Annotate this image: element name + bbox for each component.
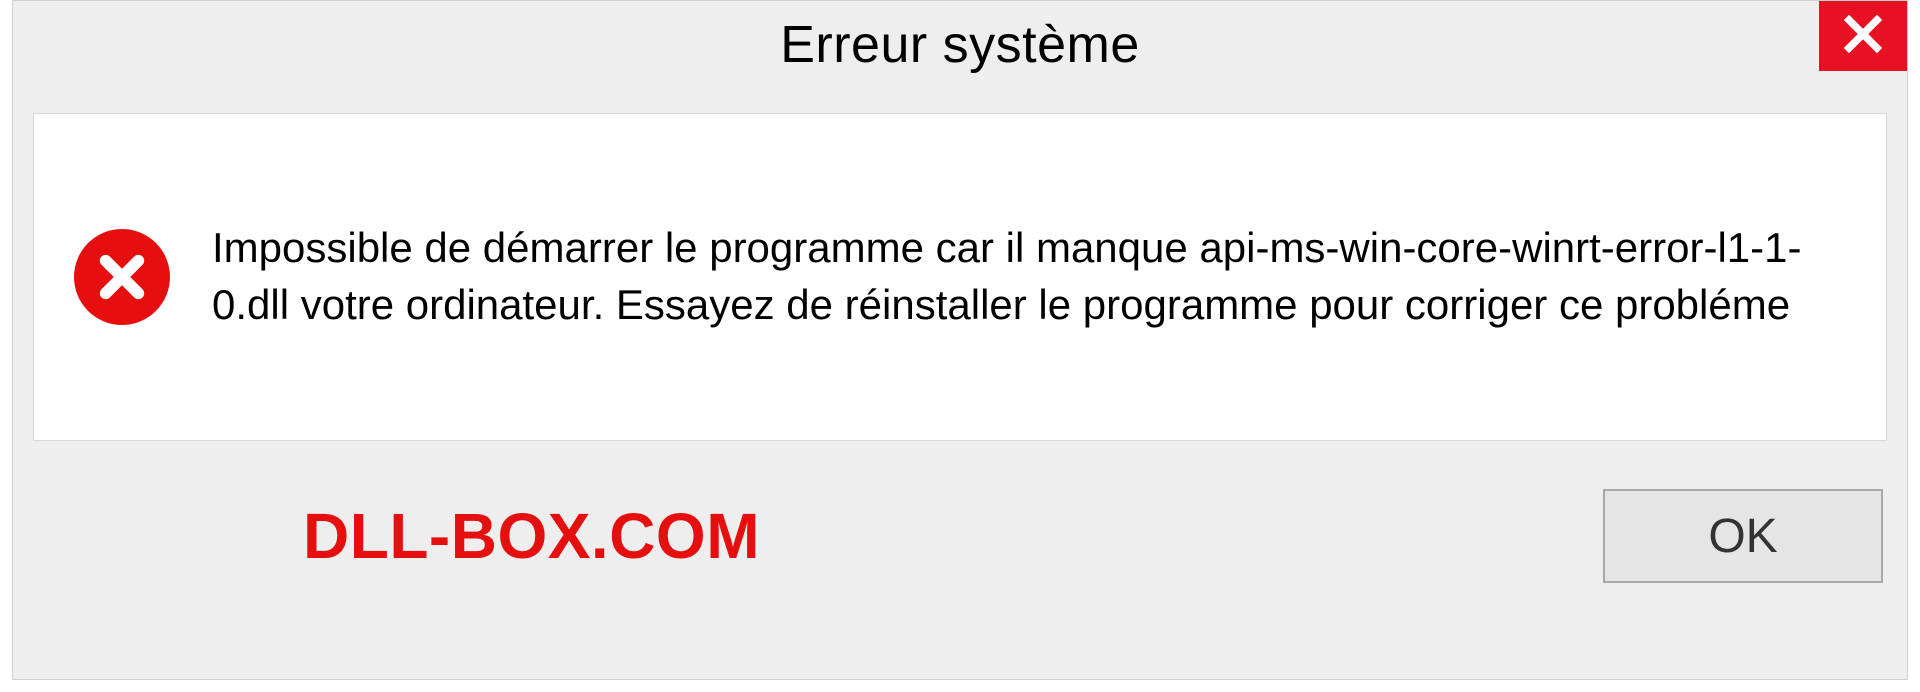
dialog-title: Erreur système <box>780 15 1140 75</box>
dialog-footer: DLL-BOX.COM OK <box>33 441 1887 583</box>
close-button[interactable] <box>1819 1 1907 71</box>
error-icon-wrap <box>74 229 170 325</box>
message-panel: Impossible de démarrer le programme car … <box>33 113 1887 441</box>
error-circle-x-icon <box>74 229 170 325</box>
titlebar: Erreur système <box>13 1 1907 113</box>
error-message: Impossible de démarrer le programme car … <box>212 220 1858 333</box>
ok-button-label: OK <box>1708 509 1777 564</box>
close-icon <box>1842 13 1884 60</box>
ok-button[interactable]: OK <box>1603 489 1883 583</box>
watermark-text: DLL-BOX.COM <box>303 499 760 573</box>
error-dialog: Erreur système Impossible de démarrer le… <box>12 0 1908 680</box>
